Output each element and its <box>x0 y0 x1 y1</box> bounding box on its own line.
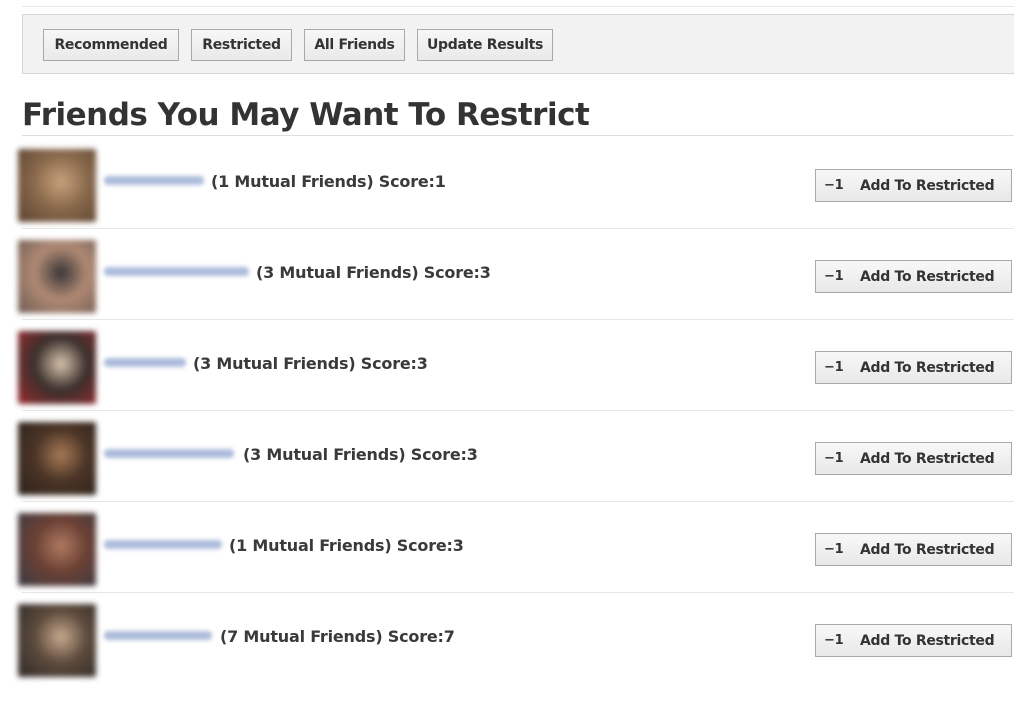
add-to-restricted-button[interactable]: −1 Add To Restricted <box>815 442 1012 475</box>
update-results-button[interactable]: Update Results <box>417 29 553 61</box>
friend-avatar[interactable] <box>18 149 96 222</box>
add-to-restricted-button[interactable]: −1 Add To Restricted <box>815 351 1012 384</box>
friend-name-link[interactable] <box>104 267 249 276</box>
recommended-button[interactable]: Recommended <box>43 29 179 61</box>
top-divider <box>22 6 1014 7</box>
friend-score-text: (3 Mutual Friends) Score:3 <box>256 263 491 282</box>
friend-name-link[interactable] <box>104 631 212 640</box>
add-to-restricted-button[interactable]: −1 Add To Restricted <box>815 533 1012 566</box>
friend-name-link[interactable] <box>104 449 234 458</box>
friend-score-text: (1 Mutual Friends) Score:1 <box>211 172 446 191</box>
add-to-restricted-button[interactable]: −1 Add To Restricted <box>815 169 1012 202</box>
add-to-restricted-label: Add To Restricted <box>860 177 995 194</box>
minus-one-icon: −1 <box>824 451 844 466</box>
friend-score-text: (1 Mutual Friends) Score:3 <box>229 536 464 555</box>
friend-avatar[interactable] <box>18 331 96 404</box>
friend-name-link[interactable] <box>104 176 204 185</box>
filter-toolbar: Recommended Restricted All Friends Updat… <box>22 14 1014 74</box>
friend-name-link[interactable] <box>104 540 222 549</box>
friend-row: (3 Mutual Friends) Score:3 −1 Add To Restr… <box>0 229 1014 320</box>
friend-avatar[interactable] <box>18 422 96 495</box>
minus-one-icon: −1 <box>824 269 844 284</box>
friend-avatar[interactable] <box>18 604 96 677</box>
friend-row: (3 Mutual Friends) Score:3 −1 Add To Restr… <box>0 320 1014 411</box>
add-to-restricted-label: Add To Restricted <box>860 268 995 285</box>
friend-avatar[interactable] <box>18 240 96 313</box>
friend-row: (3 Mutual Friends) Score:3 −1 Add To Restr… <box>0 411 1014 502</box>
friend-name-link[interactable] <box>104 358 186 367</box>
heading-divider <box>22 135 1014 136</box>
minus-one-icon: −1 <box>824 633 844 648</box>
friend-row: (1 Mutual Friends) Score:3 −1 Add To Restr… <box>0 502 1014 593</box>
add-to-restricted-button[interactable]: −1 Add To Restricted <box>815 260 1012 293</box>
friend-row: (7 Mutual Friends) Score:7 −1 Add To Restr… <box>0 593 1014 683</box>
minus-one-icon: −1 <box>824 360 844 375</box>
minus-one-icon: −1 <box>824 178 844 193</box>
friend-avatar[interactable] <box>18 513 96 586</box>
all-friends-button[interactable]: All Friends <box>304 29 405 61</box>
friend-score-text: (3 Mutual Friends) Score:3 <box>243 445 478 464</box>
friend-row: (1 Mutual Friends) Score:1 −1 Add To Restr… <box>0 138 1014 229</box>
add-to-restricted-button[interactable]: −1 Add To Restricted <box>815 624 1012 657</box>
add-to-restricted-label: Add To Restricted <box>860 359 995 376</box>
add-to-restricted-label: Add To Restricted <box>860 450 995 467</box>
add-to-restricted-label: Add To Restricted <box>860 632 995 649</box>
add-to-restricted-label: Add To Restricted <box>860 541 995 558</box>
restricted-button[interactable]: Restricted <box>191 29 292 61</box>
minus-one-icon: −1 <box>824 542 844 557</box>
friend-score-text: (7 Mutual Friends) Score:7 <box>220 627 455 646</box>
page-title: Friends You May Want To Restrict <box>22 97 590 133</box>
friend-score-text: (3 Mutual Friends) Score:3 <box>193 354 428 373</box>
